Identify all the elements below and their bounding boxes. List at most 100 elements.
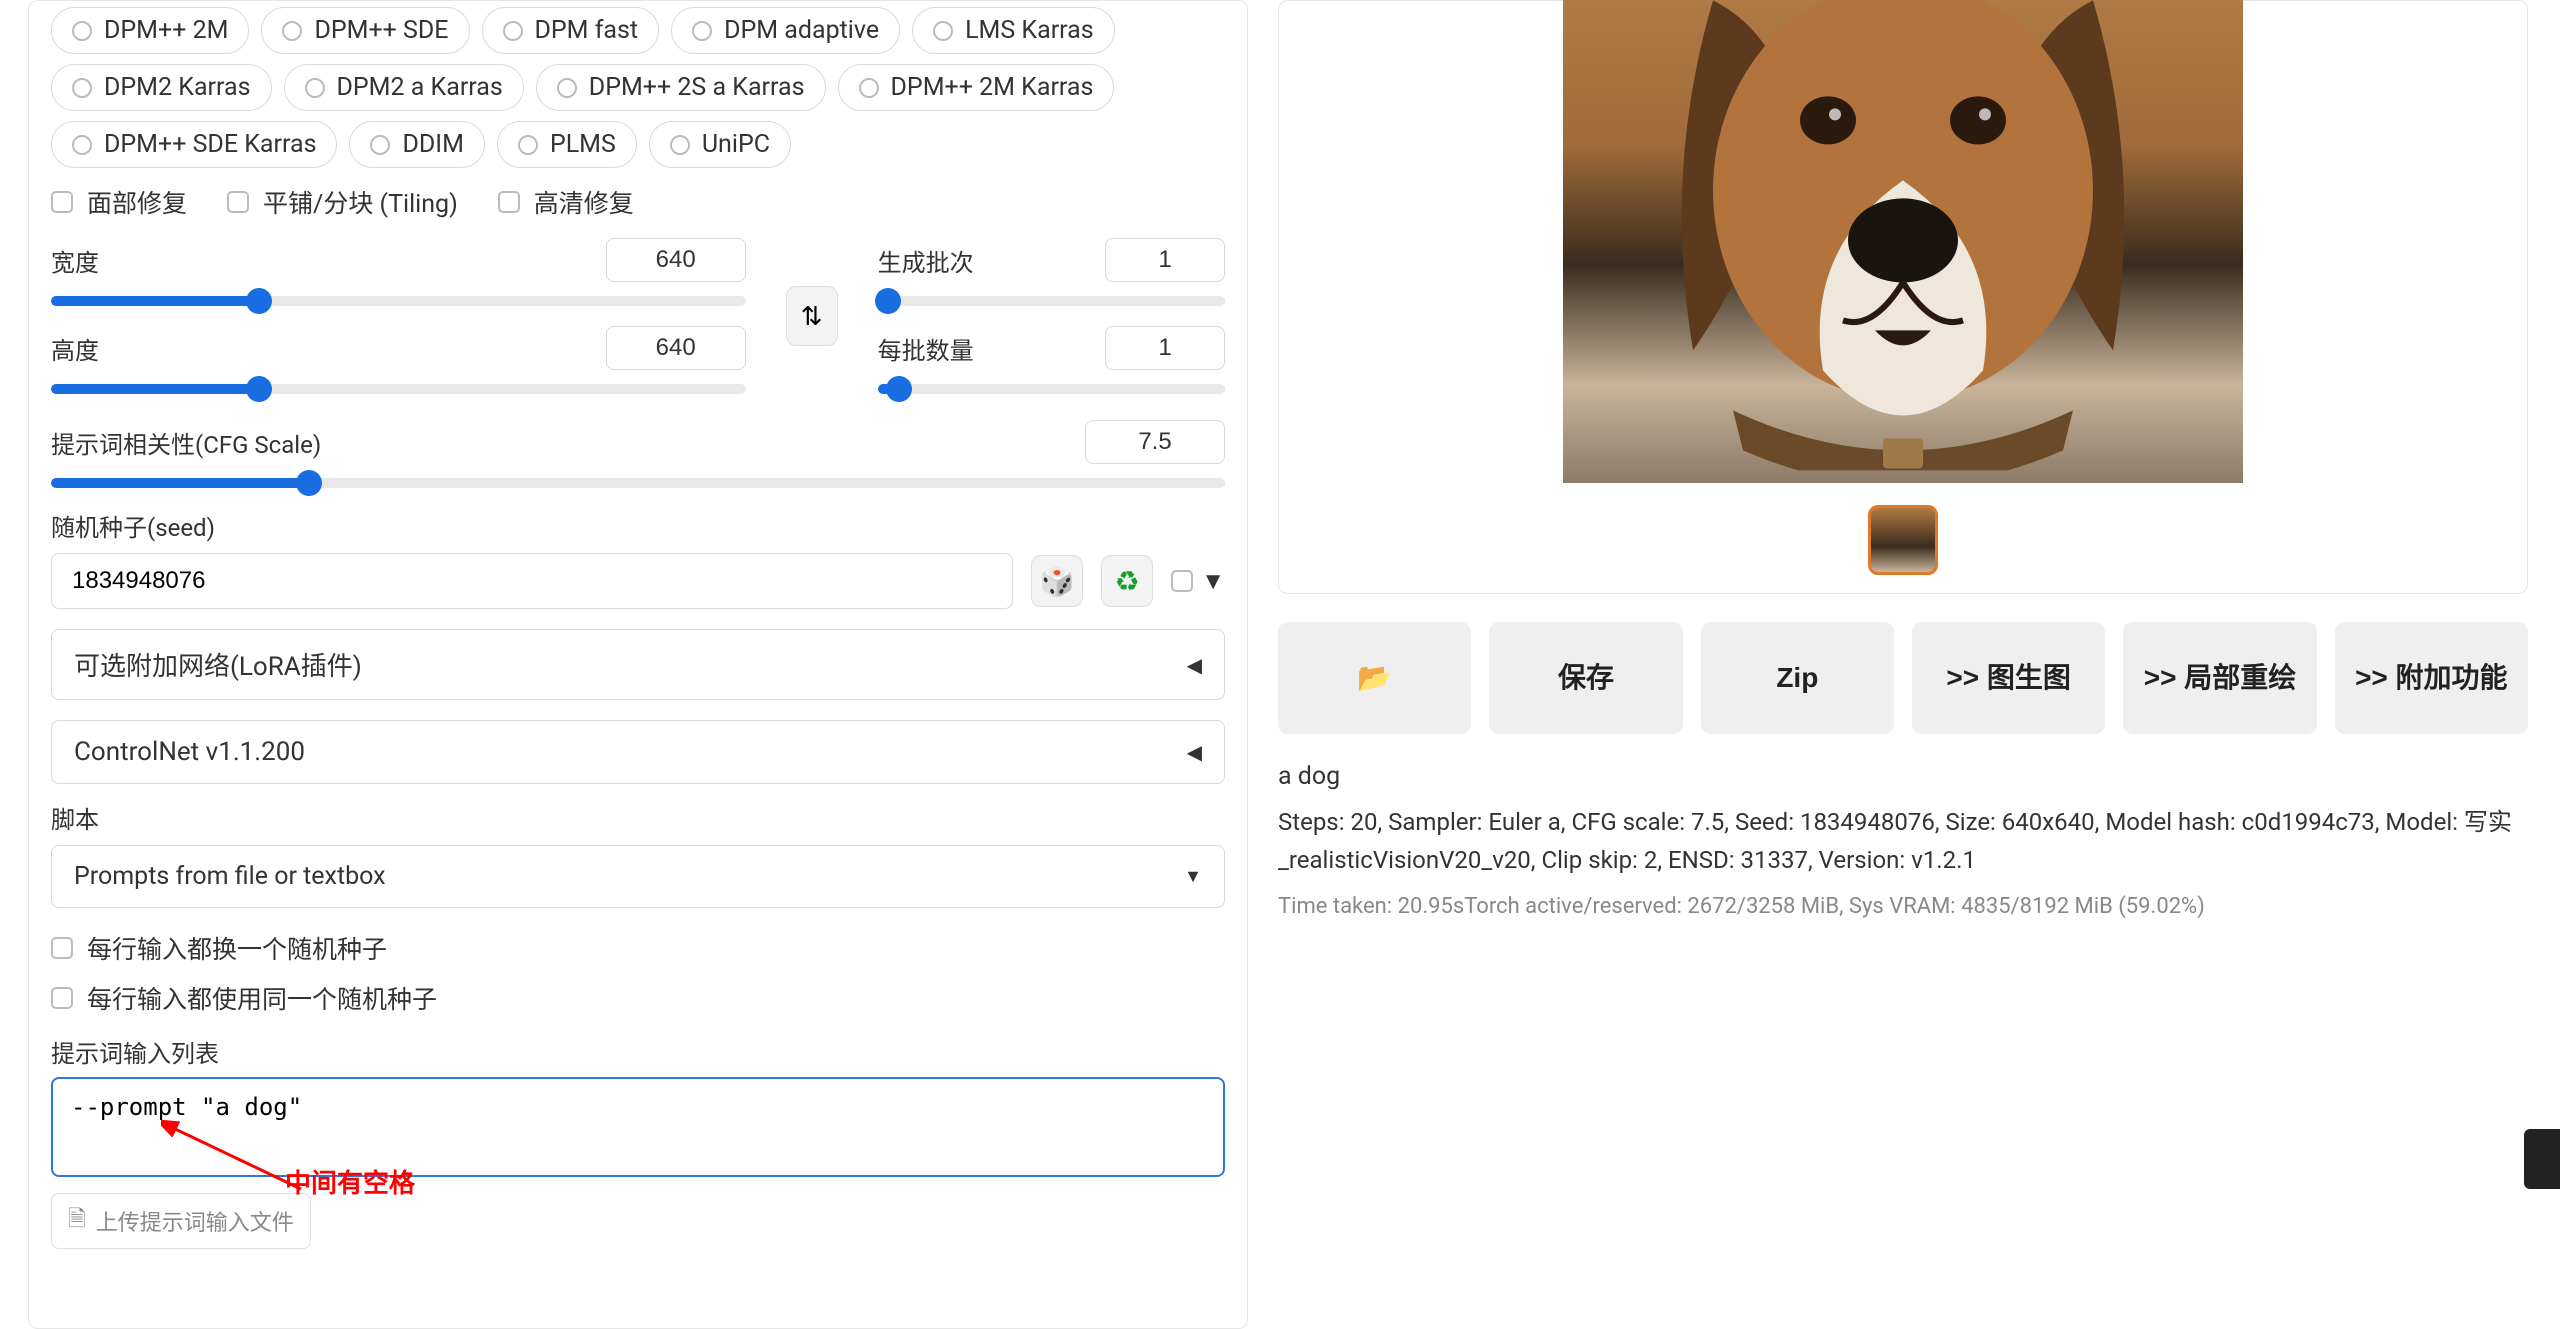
recycle-icon: ♻ <box>1115 565 1140 598</box>
send-to-inpaint-button[interactable]: >> 局部重绘 <box>2123 622 2316 734</box>
triangle-down-icon: ▼ <box>1201 567 1225 596</box>
batch-size-input[interactable] <box>1105 326 1225 370</box>
checkbox-label: 面部修复 <box>87 184 187 220</box>
output-image[interactable] <box>1563 0 2243 483</box>
action-buttons: 📂 保存 Zip >> 图生图 >> 局部重绘 >> 附加功能 <box>1278 622 2528 734</box>
seed-label: 随机种子(seed) <box>51 508 1225 543</box>
sampler-option[interactable]: DPM fast <box>482 7 660 54</box>
sampler-label: PLMS <box>550 130 616 159</box>
side-anchor-tab[interactable] <box>2524 1129 2560 1189</box>
random-seed-button[interactable]: 🎲 <box>1031 555 1083 607</box>
sampler-label: DPM2 Karras <box>104 73 251 102</box>
batch-count-slider[interactable] <box>878 296 1225 306</box>
batch-size-label: 每批数量 <box>878 331 974 366</box>
sampler-label: LMS Karras <box>965 16 1094 45</box>
sampler-option[interactable]: DPM++ 2S a Karras <box>536 64 826 111</box>
batch-size-slider[interactable] <box>878 384 1225 394</box>
sampler-label: DPM++ SDE Karras <box>104 130 316 159</box>
sampler-option[interactable]: DPM2 a Karras <box>284 64 524 111</box>
accordion-title: 可选附加网络(LoRA插件) <box>74 646 362 683</box>
lora-accordion[interactable]: 可选附加网络(LoRA插件) ◀ <box>51 629 1225 700</box>
output-thumbnail[interactable] <box>1868 505 1938 575</box>
each-line-same-seed-checkbox[interactable]: 每行输入都使用同一个随机种子 <box>51 980 437 1016</box>
reuse-seed-button[interactable]: ♻ <box>1101 555 1153 607</box>
select-value: Prompts from file or textbox <box>74 862 386 891</box>
cfg-input[interactable] <box>1085 420 1225 464</box>
sampler-label: DDIM <box>402 130 463 159</box>
slider-thumb-icon[interactable] <box>875 288 901 314</box>
width-input[interactable] <box>606 238 746 282</box>
slider-thumb-icon[interactable] <box>296 470 322 496</box>
width-slider[interactable] <box>51 296 746 306</box>
sampler-option[interactable]: DPM2 Karras <box>51 64 272 111</box>
height-label: 高度 <box>51 331 99 366</box>
open-folder-button[interactable]: 📂 <box>1278 622 1471 734</box>
sampler-option[interactable]: DPM adaptive <box>671 7 900 54</box>
sampler-option[interactable]: DPM++ SDE Karras <box>51 121 337 168</box>
sampler-option[interactable]: DPM++ SDE <box>261 7 469 54</box>
options-row: 面部修复 平铺/分块 (Tiling) 高清修复 <box>51 184 1225 220</box>
sampler-label: DPM++ 2M Karras <box>891 73 1094 102</box>
save-button[interactable]: 保存 <box>1489 622 1682 734</box>
height-slider[interactable] <box>51 384 746 394</box>
script-select[interactable]: Prompts from file or textbox ▼ <box>51 845 1225 908</box>
height-input[interactable] <box>606 326 746 370</box>
checkbox-icon <box>51 191 73 213</box>
checkbox-icon <box>1171 570 1193 592</box>
sampler-label: DPM++ SDE <box>314 16 448 45</box>
face-restore-checkbox[interactable]: 面部修复 <box>51 184 187 220</box>
swap-dimensions-button[interactable]: ⇅ <box>786 286 838 346</box>
tiling-checkbox[interactable]: 平铺/分块 (Tiling) <box>227 184 458 220</box>
sampler-label: DPM++ 2S a Karras <box>589 73 805 102</box>
sampler-row-2: DPM2 Karras DPM2 a Karras DPM++ 2S a Kar… <box>51 64 1225 111</box>
upload-label: 上传提示词输入文件 <box>96 1205 294 1237</box>
slider-thumb-icon[interactable] <box>246 288 272 314</box>
seed-input[interactable] <box>51 553 1013 609</box>
dice-icon: 🎲 <box>1040 565 1075 598</box>
radio-icon <box>72 78 92 98</box>
sampler-label: DPM++ 2M <box>104 16 228 45</box>
sampler-option[interactable]: PLMS <box>497 121 637 168</box>
checkbox-label: 每行输入都使用同一个随机种子 <box>87 980 437 1016</box>
sampler-option[interactable]: UniPC <box>649 121 791 168</box>
seed-extras-toggle[interactable]: ▼ <box>1171 567 1225 596</box>
radio-icon <box>72 21 92 41</box>
output-time-text: Time taken: 20.95sTorch active/reserved:… <box>1278 894 2528 919</box>
folder-icon: 📂 <box>1357 659 1392 697</box>
upload-prompt-file-button[interactable]: 🗎 上传提示词输入文件 <box>51 1193 311 1249</box>
hires-checkbox[interactable]: 高清修复 <box>498 184 634 220</box>
prompt-list-textarea[interactable] <box>51 1077 1225 1177</box>
controlnet-accordion[interactable]: ControlNet v1.1.200 ◀ <box>51 720 1225 784</box>
batch-count-label: 生成批次 <box>878 243 974 278</box>
radio-icon <box>72 135 92 155</box>
checkbox-label: 每行输入都换一个随机种子 <box>87 930 387 966</box>
sampler-label: DPM adaptive <box>724 16 879 45</box>
sampler-label: DPM2 a Karras <box>337 73 503 102</box>
dimension-col: 宽度 高度 <box>51 238 746 414</box>
batch-col: 生成批次 每批数量 <box>878 238 1225 414</box>
zip-button[interactable]: Zip <box>1701 622 1894 734</box>
output-params-text: Steps: 20, Sampler: Euler a, CFG scale: … <box>1278 803 2528 880</box>
sampler-option[interactable]: DPM++ 2M <box>51 7 249 54</box>
cfg-label: 提示词相关性(CFG Scale) <box>51 425 321 460</box>
checkbox-icon <box>227 191 249 213</box>
sampler-option[interactable]: LMS Karras <box>912 7 1115 54</box>
each-line-seed-checkbox[interactable]: 每行输入都换一个随机种子 <box>51 930 387 966</box>
send-to-img2img-button[interactable]: >> 图生图 <box>1912 622 2105 734</box>
slider-thumb-icon[interactable] <box>886 376 912 402</box>
dimension-batch-block: 宽度 高度 ⇅ 生成批次 <box>51 238 1225 414</box>
radio-icon <box>859 78 879 98</box>
slider-thumb-icon[interactable] <box>246 376 272 402</box>
chevron-down-icon: ▼ <box>1184 866 1202 887</box>
sampler-option[interactable]: DPM++ 2M Karras <box>838 64 1115 111</box>
file-icon: 🗎 <box>68 1202 86 1240</box>
batch-count-input[interactable] <box>1105 238 1225 282</box>
output-image-card <box>1278 0 2528 594</box>
generated-image-content <box>1623 0 2183 470</box>
cfg-slider[interactable] <box>51 478 1225 488</box>
sampler-option[interactable]: DDIM <box>349 121 484 168</box>
send-to-extras-button[interactable]: >> 附加功能 <box>2335 622 2528 734</box>
script-label: 脚本 <box>51 800 1225 835</box>
seed-row: 🎲 ♻ ▼ <box>51 553 1225 609</box>
radio-icon <box>557 78 577 98</box>
